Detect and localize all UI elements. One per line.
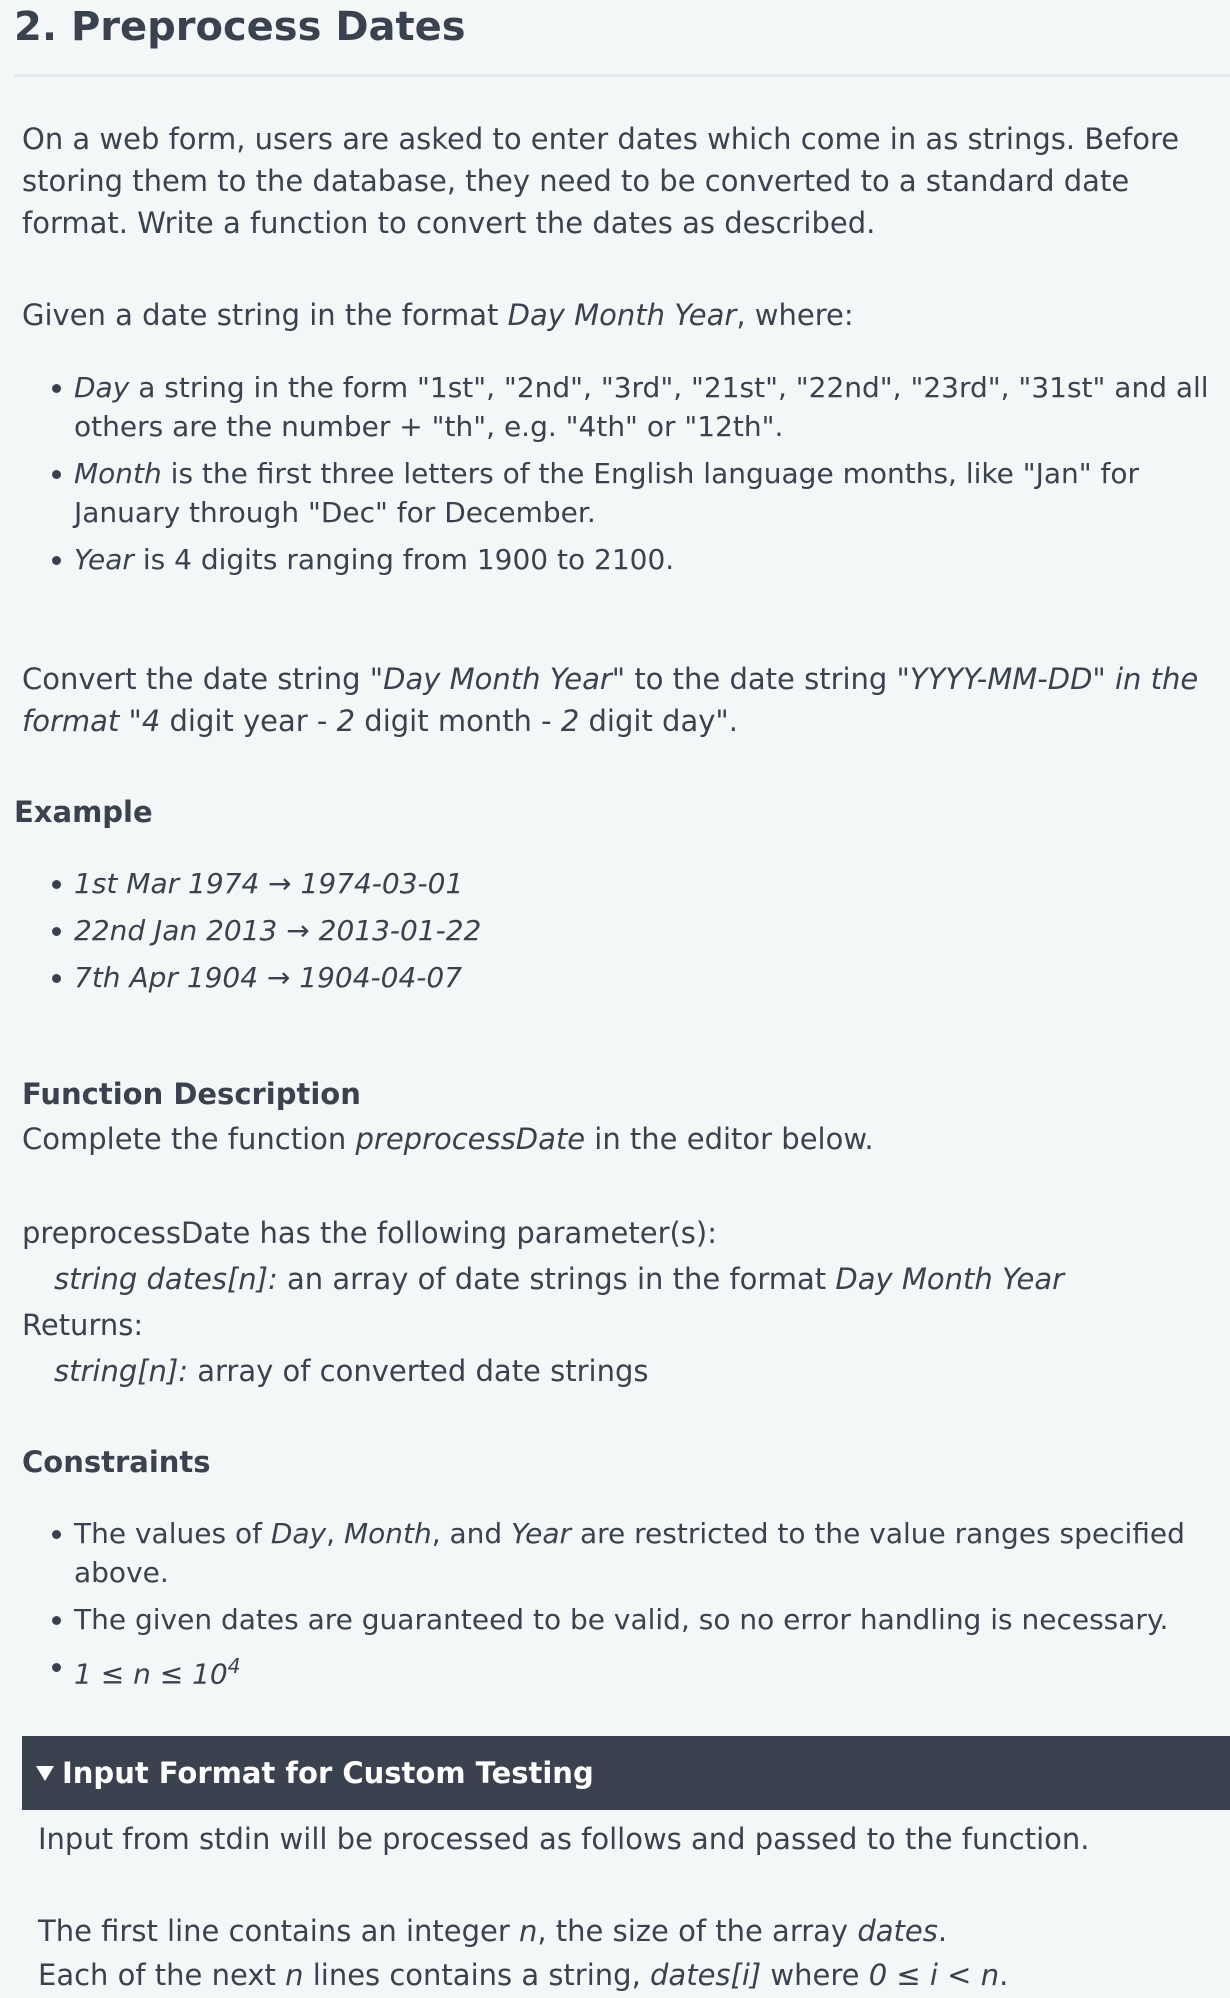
constraints-heading: Constraints <box>22 1445 211 1479</box>
given-paragraph: Given a date string in the format Day Mo… <box>22 298 854 332</box>
function-description-line: Complete the function preprocessDate in … <box>22 1122 874 1156</box>
example-list: 1st Mar 1974 → 1974-03-01 22nd Jan 2013 … <box>22 864 481 997</box>
page-title: 2. Preprocess Dates <box>14 4 466 50</box>
title-divider <box>14 74 1230 77</box>
rules-list: Day a string in the form "1st", "2nd", "… <box>22 368 1230 579</box>
list-item: Day a string in the form "1st", "2nd", "… <box>22 368 1230 446</box>
example-heading: Example <box>14 795 153 829</box>
list-item: Month is the first three letters of the … <box>22 454 1230 532</box>
list-item: The values of Day, Month, and Year are r… <box>22 1514 1222 1592</box>
input-format-toggle[interactable]: Input Format for Custom Testing <box>22 1736 1230 1810</box>
list-item: 1st Mar 1974 → 1974-03-01 <box>22 864 481 903</box>
list-item: 1 ≤ n ≤ 104 <box>22 1647 1222 1693</box>
list-item: The given dates are guaranteed to be val… <box>22 1600 1222 1639</box>
parameters-line: preprocessDate has the following paramet… <box>22 1216 717 1250</box>
list-item: 22nd Jan 2013 → 2013-01-22 <box>22 911 481 950</box>
parameter-dates: string dates[n]: an array of date string… <box>54 1262 1065 1296</box>
input-line-1: The first line contains an integer n, th… <box>38 1914 948 1948</box>
triangle-down-icon <box>36 1765 54 1781</box>
problem-page: 2. Preprocess Dates On a web form, users… <box>0 0 1230 1998</box>
function-description-heading: Function Description <box>22 1077 361 1111</box>
intro-paragraph: On a web form, users are asked to enter … <box>22 122 1180 240</box>
list-item: Year is 4 digits ranging from 1900 to 21… <box>22 540 1230 579</box>
return-value: string[n]: array of converted date strin… <box>54 1354 649 1388</box>
convert-paragraph: Convert the date string "Day Month Year"… <box>22 662 1199 738</box>
input-intro: Input from stdin will be processed as fo… <box>38 1822 1090 1856</box>
constraints-list: The values of Day, Month, and Year are r… <box>22 1514 1222 1693</box>
input-line-2: Each of the next n lines contains a stri… <box>38 1958 1009 1992</box>
returns-label: Returns: <box>22 1308 144 1342</box>
list-item: 7th Apr 1904 → 1904-04-07 <box>22 958 481 997</box>
